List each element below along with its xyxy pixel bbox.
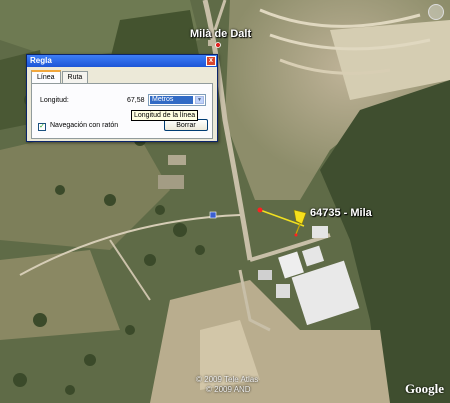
copyright-and: © 2009 AND bbox=[206, 385, 251, 394]
ruler-dialog: Regla x Línea Ruta Longitud: 67,58 Metro… bbox=[26, 54, 218, 142]
place-label-mila-de-dalt[interactable]: Milà de Dalt bbox=[190, 28, 251, 40]
dialog-title-bar[interactable]: Regla x bbox=[27, 55, 217, 67]
units-select[interactable]: Metros ▼ bbox=[148, 94, 206, 106]
length-value: 67,58 bbox=[127, 97, 145, 104]
tab-bar: Línea Ruta bbox=[31, 70, 89, 83]
dialog-title: Regla bbox=[30, 56, 52, 65]
tab-ruta[interactable]: Ruta bbox=[61, 71, 89, 83]
mouse-navigation-label: Navegación con ratón bbox=[50, 122, 119, 129]
length-label: Longitud: bbox=[40, 97, 69, 104]
tab-linea[interactable]: Línea bbox=[31, 70, 61, 83]
chevron-down-icon[interactable]: ▼ bbox=[195, 96, 204, 104]
close-button[interactable]: x bbox=[206, 56, 216, 66]
compass-icon[interactable] bbox=[428, 4, 444, 20]
google-logo: Google bbox=[405, 381, 444, 396]
mouse-navigation-checkbox[interactable]: ✓ bbox=[38, 123, 46, 131]
tooltip: Longitud de la línea bbox=[131, 110, 199, 121]
placemark-label[interactable]: 64735 - Mila bbox=[310, 207, 372, 219]
units-selected-value: Metros bbox=[150, 96, 193, 104]
copyright-tele-atlas: © 2009 Tele Atlas bbox=[196, 375, 259, 384]
